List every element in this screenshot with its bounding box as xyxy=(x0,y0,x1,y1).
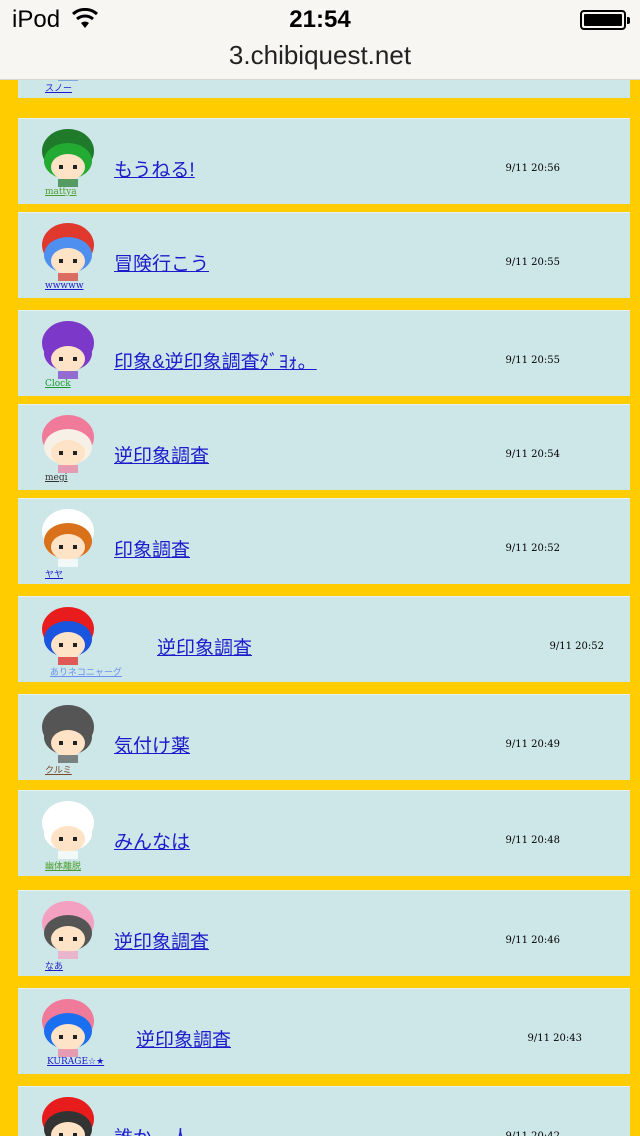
post-title-link[interactable]: 誰か一人 xyxy=(114,1123,190,1136)
avatar[interactable] xyxy=(28,895,108,961)
status-bar: iPod 21:54 xyxy=(0,0,640,40)
post-row: wwwww 冒険行こう 9/11 20:55 xyxy=(18,212,630,298)
post-timestamp: 9/11 20:42 xyxy=(506,1131,560,1136)
post-title-link[interactable]: 逆印象調査 xyxy=(114,441,209,468)
post-row: Clock 印象&逆印象調査ﾀﾞﾖｫ。 9/11 20:55 xyxy=(18,310,630,396)
post-row: KURAGE☆★ 逆印象調査 9/11 20:43 xyxy=(18,988,630,1074)
post-title-link[interactable]: 逆印象調査 xyxy=(157,633,252,660)
post-title-link[interactable]: もうねる! xyxy=(114,155,195,182)
username-link[interactable]: 幽体離脱 xyxy=(45,859,81,872)
post-title-link[interactable]: 印象調査 xyxy=(114,535,190,562)
post-title-link[interactable]: 印象&逆印象調査ﾀﾞﾖｫ。 xyxy=(114,347,317,374)
avatar[interactable] xyxy=(28,503,108,569)
post-row: 誰か一人 9/11 20:42 xyxy=(18,1086,630,1136)
avatar[interactable] xyxy=(28,601,108,667)
post-title-link[interactable]: 気付け薬 xyxy=(114,731,190,758)
username-link[interactable]: なあ xyxy=(45,959,63,972)
avatar[interactable] xyxy=(28,993,108,1059)
username-link[interactable]: KURAGE☆★ xyxy=(47,1057,104,1067)
username-link[interactable]: ありネコニャーグ xyxy=(50,665,122,678)
address-bar[interactable]: 3.chibiquest.net xyxy=(0,40,640,80)
post-row: クルミ 気付け薬 9/11 20:49 xyxy=(18,694,630,780)
post-row: 幽体離脱 みんなは 9/11 20:48 xyxy=(18,790,630,876)
post-row: megi 逆印象調査 9/11 20:54 xyxy=(18,404,630,490)
post-title-link[interactable]: みんなは xyxy=(114,827,190,854)
post-timestamp: 9/11 20:49 xyxy=(505,739,560,750)
username-link[interactable]: wwwww xyxy=(45,281,84,291)
avatar[interactable] xyxy=(28,123,108,189)
post-timestamp: 9/11 20:56 xyxy=(505,163,560,174)
post-timestamp: 9/11 20:43 xyxy=(527,1033,582,1044)
post-timestamp: 9/11 20:48 xyxy=(505,835,560,846)
post-timestamp: 9/11 20:55 xyxy=(505,257,560,268)
battery-icon xyxy=(580,10,630,30)
avatar[interactable] xyxy=(28,1091,108,1136)
post-timestamp: 9/11 20:52 xyxy=(549,641,604,652)
avatar[interactable] xyxy=(28,315,108,381)
username-link[interactable]: megi xyxy=(45,473,68,483)
post-title-link[interactable]: 逆印象調査 xyxy=(136,1025,231,1052)
username-link[interactable]: mattya xyxy=(45,187,77,197)
username-link[interactable]: Clock xyxy=(45,379,71,389)
post-timestamp: 9/11 20:52 xyxy=(505,543,560,554)
browser-chrome: iPod 21:54 3.chibiquest.net xyxy=(0,0,640,80)
post-timestamp: 9/11 20:46 xyxy=(505,935,560,946)
username-link[interactable]: スノー xyxy=(45,81,72,94)
avatar[interactable] xyxy=(28,699,108,765)
post-row: mattya もうねる! 9/11 20:56 xyxy=(18,118,630,204)
post-timestamp: 9/11 20:55 xyxy=(505,355,560,366)
avatar[interactable] xyxy=(28,217,108,283)
post-row: なあ 逆印象調査 9/11 20:46 xyxy=(18,890,630,976)
username-link[interactable]: ヤヤ xyxy=(45,567,63,580)
post-row: ヤヤ 印象調査 9/11 20:52 xyxy=(18,498,630,584)
post-timestamp: 9/11 20:54 xyxy=(505,449,560,460)
post-title-link[interactable]: 逆印象調査 xyxy=(114,927,209,954)
post-title-link[interactable]: 冒険行こう xyxy=(114,249,209,276)
avatar[interactable] xyxy=(28,795,108,861)
avatar[interactable] xyxy=(28,409,108,475)
username-link[interactable]: クルミ xyxy=(45,763,72,776)
post-row: ありネコニャーグ 逆印象調査 9/11 20:52 xyxy=(18,596,630,682)
status-time: 21:54 xyxy=(289,6,351,33)
